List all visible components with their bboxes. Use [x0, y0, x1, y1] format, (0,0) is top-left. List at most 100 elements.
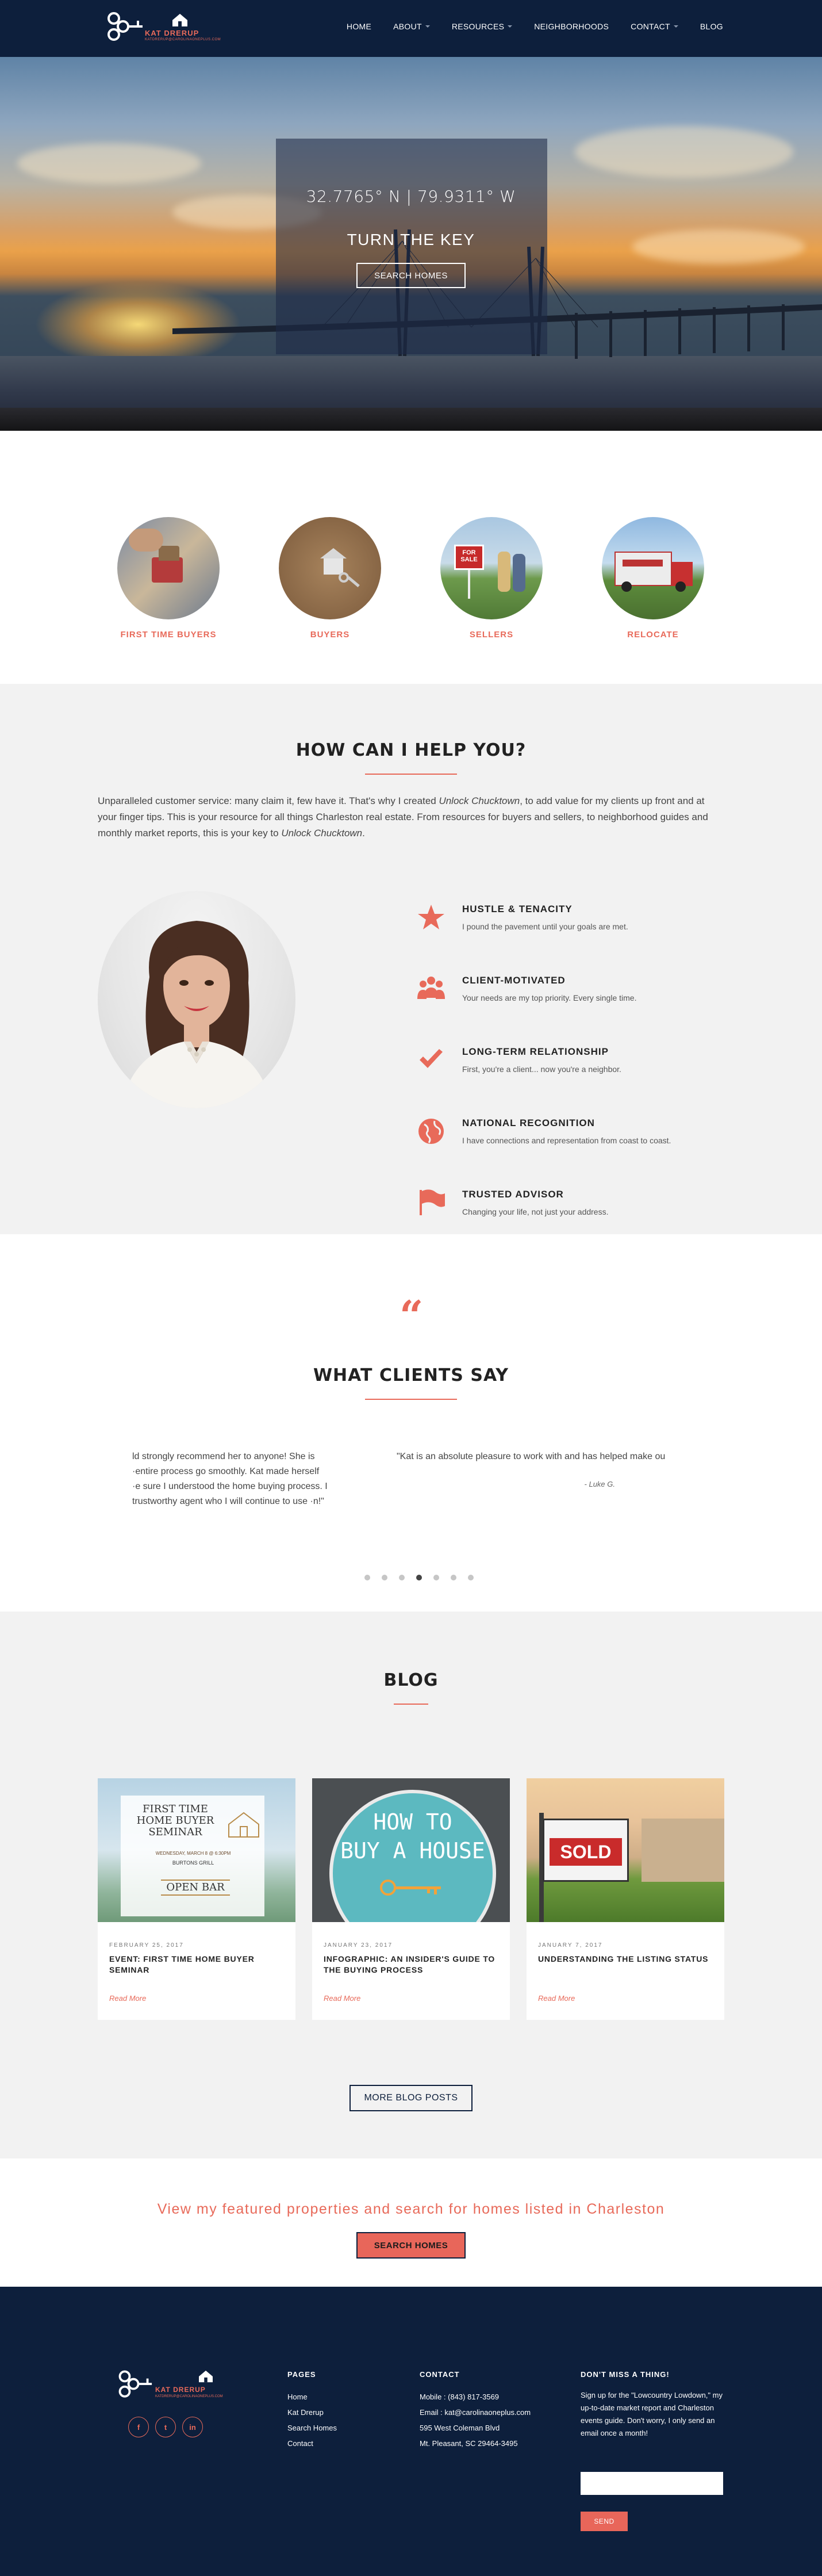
quote-icon: “ [400, 1291, 424, 1340]
chevron-down-icon [425, 25, 430, 28]
globe-icon [418, 1119, 444, 1144]
help-title: HOW CAN I HELP YOU? [295, 740, 527, 760]
category-first-time-buyers[interactable]: FIRST TIME BUYERS [105, 517, 232, 640]
facebook-icon[interactable]: f [128, 2417, 149, 2437]
post-title[interactable]: UNDERSTANDING THE LISTING STATUS [538, 1954, 710, 1965]
nav-home[interactable]: HOME [347, 22, 371, 31]
testimonial-author: - Luke G. [584, 1480, 615, 1488]
title-underline [394, 1704, 428, 1705]
twitter-icon[interactable]: t [155, 2417, 176, 2437]
blog-thumbnail: FIRST TIME HOME BUYER SEMINAR WEDNESDAY,… [98, 1778, 295, 1922]
blog-post-card[interactable]: FIRST TIME HOME BUYER SEMINAR WEDNESDAY,… [98, 1778, 295, 2020]
cta-text: View my featured properties and search f… [157, 2201, 665, 2217]
footer-link-search-homes[interactable]: Search Homes [287, 2420, 337, 2436]
carousel-dot[interactable] [433, 1575, 439, 1580]
footer-pages-column: PAGES Home Kat Drerup Search Homes Conta… [287, 2370, 337, 2451]
nav-neighborhoods[interactable]: NEIGHBORHOODS [534, 22, 609, 31]
footer-link-kat-drerup[interactable]: Kat Drerup [287, 2405, 337, 2420]
category-label: BUYERS [310, 630, 350, 640]
thumb-title: BUY A HOUSE [340, 1838, 485, 1863]
blog-thumbnail: HOW TO BUY A HOUSE [312, 1778, 510, 1922]
carousel-dot[interactable] [364, 1575, 370, 1580]
footer-link-home[interactable]: Home [287, 2389, 337, 2405]
star-icon [418, 905, 444, 929]
nav-resources[interactable]: RESOURCES [451, 22, 513, 31]
title-underline [365, 774, 457, 775]
nav-blog[interactable]: BLOG [700, 22, 723, 31]
testimonial-card: ld strongly recommend her to anyone! She… [132, 1449, 328, 1509]
footer-heading: DON'T MISS A THING! [581, 2370, 670, 2379]
search-homes-cta-button[interactable]: SEARCH HOMES [356, 2232, 466, 2259]
carousel-dot[interactable] [399, 1575, 405, 1580]
nav-label: RESOURCES [451, 22, 505, 31]
category-links: FIRST TIME BUYERS BUYERS FOR SALE SELLER… [0, 431, 822, 684]
logo-brand-text: KAT DRERUP [155, 2386, 206, 2394]
key-icon [380, 1880, 441, 1896]
thumb-venue: BURTONS GRILL [172, 1860, 214, 1866]
feature-text: Your needs are my top priority. Every si… [462, 993, 637, 1002]
read-more-link[interactable]: Read More [538, 1994, 575, 2003]
testimonials-section: “ WHAT CLIENTS SAY ld strongly recommend… [0, 1234, 822, 1612]
logo-brand-text: KAT DRERUP [145, 29, 199, 37]
read-more-link[interactable]: Read More [324, 1994, 360, 2003]
nav-label: NEIGHBORHOODS [534, 22, 609, 31]
title-underline [365, 1399, 457, 1400]
blog-post-card[interactable]: SOLD JANUARY 7, 2017 UNDERSTANDING THE L… [527, 1778, 724, 2020]
carousel-dot[interactable] [451, 1575, 456, 1580]
hero-banner: 32.7765° N | 79.9311° W TURN THE KEY SEA… [0, 57, 822, 431]
thumb-title: HOW TO [373, 1809, 452, 1835]
intro-text: Unparalleled customer service: many clai… [98, 795, 439, 806]
category-buyers[interactable]: BUYERS [267, 517, 393, 640]
nav-contact[interactable]: CONTACT [631, 22, 678, 31]
hero-coordinates: 32.7765° N | 79.9311° W [306, 187, 516, 206]
keys-handoff-image [117, 517, 220, 619]
footer-link-contact[interactable]: Contact [287, 2436, 337, 2451]
contact-email[interactable]: Email : kat@carolinaoneplus.com [420, 2405, 531, 2420]
users-icon [417, 977, 445, 999]
read-more-link[interactable]: Read More [109, 1994, 146, 2003]
send-button[interactable]: SEND [581, 2512, 628, 2531]
thumb-cta: OPEN BAR [161, 1880, 230, 1896]
main-nav: HOME ABOUT RESOURCES NEIGHBORHOODS CONTA… [347, 22, 723, 31]
featured-properties-cta: View my featured properties and search f… [0, 2158, 822, 2287]
search-homes-button[interactable]: SEARCH HOMES [356, 263, 466, 288]
post-date: JANUARY 7, 2017 [538, 1942, 603, 1949]
portrait-illustration [121, 921, 272, 1108]
shoreline [0, 408, 822, 431]
blog-thumbnail: SOLD [527, 1778, 724, 1922]
testimonial-text: ld strongly recommend her to anyone! She… [132, 1452, 328, 1506]
testimonial-card: "Kat is an absolute pleasure to work wit… [397, 1449, 690, 1492]
thumb-date: WEDNESDAY, MARCH 8 @ 6:30PM [155, 1851, 231, 1856]
house-keys-image [279, 517, 381, 619]
nav-label: CONTACT [631, 22, 670, 31]
carousel-dot-active[interactable] [416, 1575, 422, 1580]
footer-logo[interactable]: KAT DRERUP KATDRERUP@CAROLINAONEPLUS.COM [115, 2367, 224, 2405]
more-blog-posts-button[interactable]: MORE BLOG POSTS [349, 2085, 473, 2111]
category-relocate[interactable]: RELOCATE [590, 517, 716, 640]
logo-subtitle: KATDRERUP@CAROLINAONEPLUS.COM [155, 2395, 223, 2398]
linkedin-icon[interactable]: in [182, 2417, 203, 2437]
category-label: FIRST TIME BUYERS [120, 630, 217, 640]
site-footer: KAT DRERUP KATDRERUP@CAROLINAONEPLUS.COM… [0, 2287, 822, 2576]
post-date: JANUARY 23, 2017 [324, 1942, 393, 1949]
flag-icon [420, 1189, 445, 1215]
newsletter-email-input[interactable] [581, 2472, 723, 2495]
carousel-dot[interactable] [468, 1575, 474, 1580]
nav-about[interactable]: ABOUT [393, 22, 430, 31]
carousel-dot[interactable] [382, 1575, 387, 1580]
help-section: HOW CAN I HELP YOU? Unparalleled custome… [0, 684, 822, 1234]
carousel-dots [364, 1575, 474, 1580]
site-logo[interactable]: KAT DRERUP KATDRERUP@CAROLINAONEPLUS.COM [103, 9, 221, 47]
chevron-down-icon [508, 25, 513, 28]
testimonials-title: WHAT CLIENTS SAY [313, 1365, 509, 1385]
feature-text: I have connections and representation fr… [462, 1136, 671, 1145]
blog-post-card[interactable]: HOW TO BUY A HOUSE JANUARY 23, 2017 INFO… [312, 1778, 510, 2020]
post-title[interactable]: EVENT: FIRST TIME HOME BUYER SEMINAR [109, 1954, 282, 1976]
category-sellers[interactable]: FOR SALE SELLERS [428, 517, 555, 640]
help-intro: Unparalleled customer service: many clai… [98, 793, 724, 841]
contact-address-line: 595 West Coleman Blvd [420, 2424, 500, 2432]
feature-heading: HUSTLE & TENACITY [462, 904, 573, 914]
post-title[interactable]: INFOGRAPHIC: AN INSIDER'S GUIDE TO THE B… [324, 1954, 496, 1976]
feature-heading: CLIENT-MOTIVATED [462, 975, 566, 986]
house-icon [199, 2370, 213, 2383]
